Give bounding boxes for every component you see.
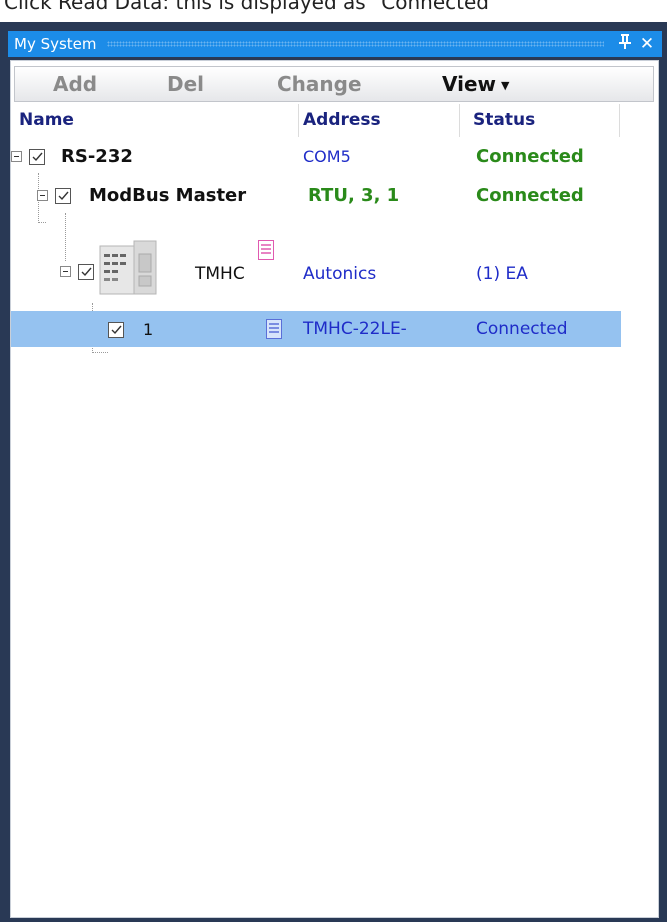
- pin-icon[interactable]: [614, 34, 636, 54]
- tree-row-device-1[interactable]: 1 TMHC-22LE- Connected: [11, 311, 621, 347]
- column-divider[interactable]: [298, 104, 299, 137]
- column-divider[interactable]: [459, 104, 460, 137]
- toolbar: Add Del Change View ▼: [14, 66, 654, 102]
- tree-line: [38, 222, 46, 223]
- row-status: (1) EA: [476, 264, 528, 284]
- document-icon: [258, 240, 274, 264]
- checkbox-tmhc[interactable]: [78, 264, 94, 280]
- top-caption-strip: Click Read Data: this is displayed as "C…: [0, 0, 667, 22]
- column-header: Name Address Status: [11, 104, 621, 137]
- checkbox-device-1[interactable]: [108, 322, 124, 338]
- window-title: My System: [14, 35, 97, 53]
- checkbox-rs232[interactable]: [29, 149, 45, 165]
- system-panel: Add Del Change View ▼ Name Address Status: [10, 60, 659, 918]
- row-address: RTU, 3, 1: [308, 185, 400, 206]
- close-icon[interactable]: ✕: [636, 34, 658, 54]
- view-label: View: [442, 72, 497, 96]
- row-status: Connected: [476, 185, 584, 206]
- chevron-down-icon: ▼: [501, 79, 510, 92]
- checkbox-modbus-master[interactable]: [55, 188, 71, 204]
- row-name: TMHC: [195, 264, 245, 284]
- tree-row-rs232[interactable]: RS-232 COM5 Connected: [11, 140, 621, 172]
- tree-row-tmhc[interactable]: TMHC Autonics (1) EA: [11, 240, 621, 306]
- row-name: 1: [143, 320, 154, 339]
- row-status: Connected: [476, 146, 584, 167]
- titlebar-grip[interactable]: [106, 41, 604, 47]
- tree-line: [65, 213, 66, 261]
- window-titlebar: My System ✕: [8, 31, 662, 57]
- change-button[interactable]: Change: [277, 72, 362, 96]
- view-dropdown[interactable]: View ▼: [442, 72, 510, 96]
- row-address: COM5: [303, 147, 351, 166]
- row-status: Connected: [476, 319, 568, 339]
- column-divider[interactable]: [619, 104, 620, 137]
- tree-line: [92, 352, 108, 353]
- collapse-icon[interactable]: [37, 190, 48, 201]
- add-button[interactable]: Add: [53, 72, 97, 96]
- top-caption: Click Read Data: this is displayed as "C…: [4, 0, 499, 14]
- dock-frame: My System ✕ Add Del Change View ▼ Name Ad: [0, 22, 667, 922]
- row-name: ModBus Master: [89, 185, 247, 206]
- row-name: RS-232: [61, 146, 133, 167]
- column-address[interactable]: Address: [303, 104, 381, 137]
- del-button[interactable]: Del: [167, 72, 204, 96]
- row-address: Autonics: [303, 264, 377, 284]
- collapse-icon[interactable]: [11, 151, 22, 162]
- row-address: TMHC-22LE-: [303, 319, 407, 339]
- column-name[interactable]: Name: [19, 104, 74, 137]
- controller-device-icon: [99, 240, 157, 300]
- document-icon: [266, 319, 282, 343]
- column-status[interactable]: Status: [473, 104, 535, 137]
- tree-row-modbus-master[interactable]: ModBus Master RTU, 3, 1 Connected: [11, 179, 621, 211]
- collapse-icon[interactable]: [60, 266, 71, 277]
